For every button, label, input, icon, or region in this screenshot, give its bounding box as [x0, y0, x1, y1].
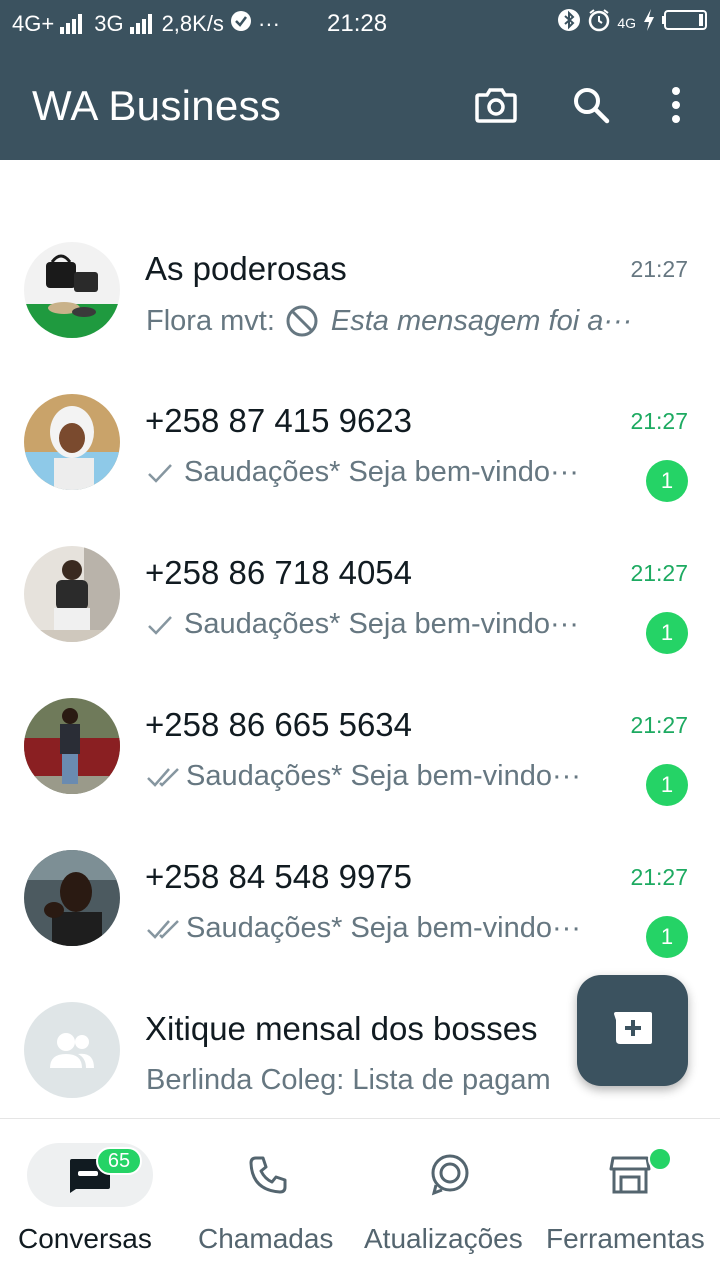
avatar: [24, 242, 120, 338]
chat-time: 21:27: [630, 256, 688, 282]
chat-preview: Flora mvt: Esta mensagem foi a···: [146, 304, 636, 338]
tab-atualizacoes[interactable]: Atualizações: [360, 1119, 540, 1280]
phone-icon: [244, 1151, 292, 1199]
more-notifications: ···: [257, 11, 280, 36]
tab-label: Ferramentas: [546, 1223, 705, 1254]
chat-name: +258 86 718 4054: [145, 554, 413, 591]
deleted-icon: [285, 304, 319, 338]
status-icon: [426, 1151, 474, 1199]
unread-badge: 1: [646, 460, 688, 502]
chat-preview: Saudações* Seja bem-vindo···: [146, 456, 636, 489]
chat-row[interactable]: +258 87 415 9623 21:27 Saudações* Seja b…: [0, 366, 720, 518]
more-vert-icon[interactable]: [651, 80, 701, 130]
chat-name: As poderosas: [145, 250, 347, 287]
network-speed: 2,8K/s: [161, 11, 224, 36]
avatar: [24, 850, 120, 946]
avatar: [24, 546, 120, 642]
bluetooth-icon: [557, 8, 581, 38]
chat-preview: Saudações* Seja bem-vindo···: [146, 912, 636, 945]
app-title: WA Business: [32, 82, 282, 129]
chat-preview: Saudações* Seja bem-vindo···: [146, 608, 636, 641]
search-icon[interactable]: [566, 80, 616, 130]
battery-icon: [662, 9, 708, 37]
unread-badge: 1: [646, 764, 688, 806]
chat-preview: Saudações* Seja bem-vindo···: [146, 760, 636, 793]
new-chat-button[interactable]: [577, 975, 688, 1086]
unread-badge: 1: [646, 916, 688, 958]
group-avatar-icon: [24, 1002, 120, 1098]
network-type-3-label: 4G: [617, 15, 636, 31]
chat-time: 21:27: [630, 560, 688, 586]
charging-icon: [642, 8, 656, 38]
chat-row[interactable]: +258 86 718 4054 21:27 Saudações* Seja b…: [0, 518, 720, 670]
store-icon: [606, 1151, 654, 1199]
chat-row[interactable]: As poderosas 21:27 Flora mvt: Esta mensa…: [0, 214, 720, 366]
chat-name: +258 84 548 9975: [145, 858, 413, 895]
double-check-icon: [146, 917, 182, 941]
chat-preview-text: Saudações* Seja bem-vindo···: [184, 608, 579, 640]
signal-icon: [60, 14, 83, 34]
camera-icon[interactable]: [471, 80, 521, 130]
top-bar: 4G+ 3G 2,8K/s ··· 21:28 4G WA Business: [0, 0, 720, 160]
avatar: [24, 394, 120, 490]
status-left: 4G+ 3G 2,8K/s ···: [12, 10, 280, 38]
status-bar: 4G+ 3G 2,8K/s ··· 21:28 4G: [0, 0, 720, 48]
chat-time: 21:27: [630, 408, 688, 434]
status-right: 4G: [557, 8, 708, 38]
tab-conversas[interactable]: 65 Conversas: [0, 1119, 180, 1280]
chat-row[interactable]: +258 84 548 9975 21:27 Saudações* Seja b…: [0, 822, 720, 974]
tab-label: Conversas: [18, 1223, 152, 1254]
double-check-icon: [146, 765, 182, 789]
chat-preview-text: Saudações* Seja bem-vindo···: [186, 912, 581, 944]
chat-preview-text: Saudações* Seja bem-vindo···: [184, 456, 579, 488]
tab-label: Chamadas: [198, 1223, 334, 1254]
new-chat-icon: [612, 1010, 654, 1051]
alarm-icon: [587, 8, 611, 38]
chat-preview-text: Saudações* Seja bem-vindo···: [186, 760, 581, 792]
tab-chamadas[interactable]: Chamadas: [180, 1119, 360, 1280]
status-time: 21:28: [327, 10, 388, 37]
network-type-1: 4G+: [12, 11, 55, 36]
chat-preview-text: Esta mensagem foi a···: [330, 304, 633, 337]
chat-name: Xitique mensal dos bosses: [145, 1010, 538, 1047]
tab-ferramentas[interactable]: Ferramentas: [540, 1119, 720, 1280]
chat-name: +258 86 665 5634: [145, 706, 413, 743]
network-type-3: 4G: [617, 16, 636, 30]
single-check-icon: [146, 613, 174, 637]
chat-sender: Flora mvt:: [146, 304, 275, 337]
network-type-2: 3G: [94, 11, 124, 36]
chat-time: 21:27: [630, 864, 688, 890]
tab-label: Atualizações: [364, 1223, 523, 1254]
chat-row[interactable]: +258 86 665 5634 21:27 Saudações* Seja b…: [0, 670, 720, 822]
single-check-icon: [146, 461, 174, 485]
chat-preview-text: Berlinda Coleg: Lista de pagam: [146, 1064, 551, 1096]
chat-preview: Berlinda Coleg: Lista de pagam: [146, 1064, 576, 1097]
signal-icon-2: [129, 14, 152, 34]
bottom-nav: 65 Conversas Chamadas Atualizações Ferra…: [0, 1118, 720, 1280]
chat-time: 21:27: [630, 712, 688, 738]
avatar: [24, 698, 120, 794]
check-circle-icon: [230, 10, 252, 38]
chat-name: +258 87 415 9623: [145, 402, 413, 439]
unread-count-badge: 65: [96, 1147, 142, 1175]
notification-dot: [648, 1147, 672, 1171]
unread-badge: 1: [646, 612, 688, 654]
